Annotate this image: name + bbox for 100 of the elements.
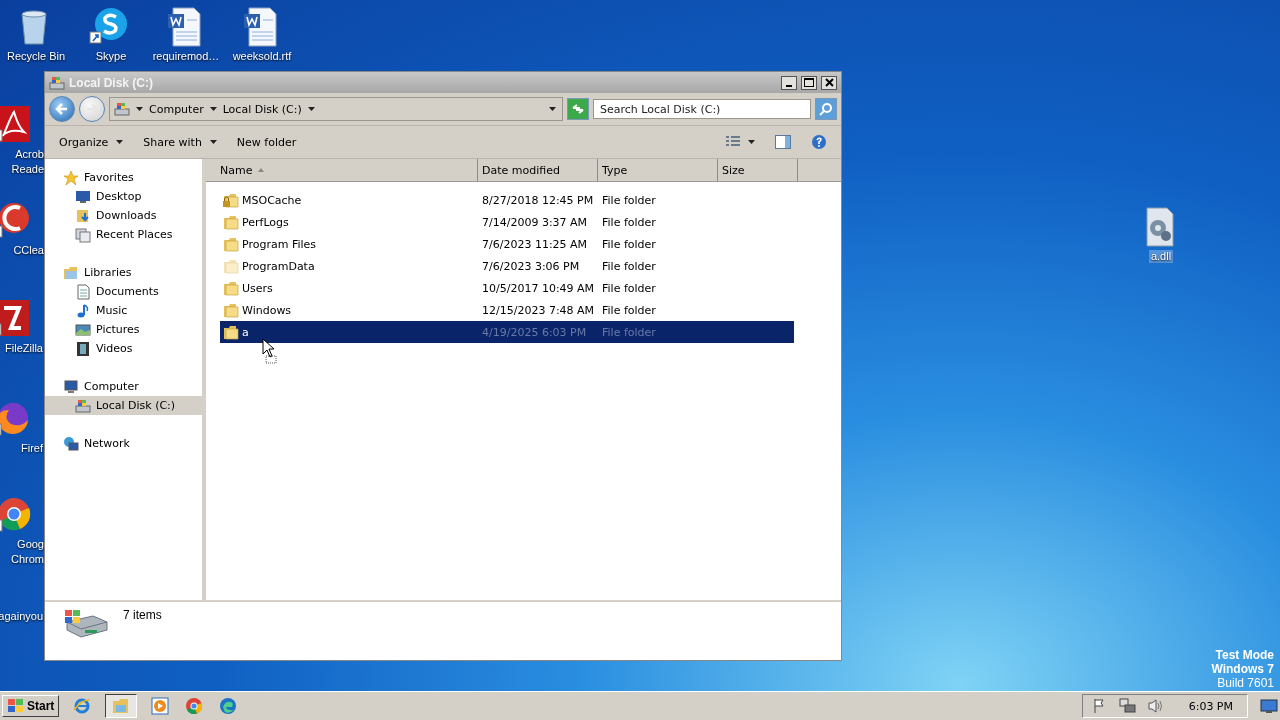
- list-view-icon: [726, 136, 740, 148]
- caret-icon: [307, 107, 315, 111]
- drive-icon: [114, 101, 130, 117]
- media-player-icon: [151, 697, 170, 715]
- desktop-icon-label[interactable]: Reade: [9, 163, 46, 176]
- folder-icon: [223, 324, 239, 340]
- nav-item[interactable]: Recent Places: [45, 225, 202, 244]
- caret-icon: [116, 140, 124, 144]
- search-button[interactable]: [815, 98, 837, 120]
- file-name: Users: [242, 281, 274, 295]
- column-header[interactable]: Name: [206, 159, 478, 181]
- desktop-icon-label[interactable]: Firef: [19, 442, 45, 455]
- drive-icon: [49, 74, 65, 91]
- caret-icon: [748, 140, 755, 144]
- date-modified: 10/5/2017 10:49 AM: [482, 281, 596, 295]
- file-type: File folder: [602, 303, 656, 317]
- desktop-icon-label[interactable]: requiremod…: [150, 50, 222, 63]
- nav-item[interactable]: Favorites: [45, 168, 202, 187]
- date-modified: 12/15/2023 7:48 AM: [482, 303, 596, 317]
- file-row[interactable]: Windows 12/15/2023 7:48 AM File folder: [220, 299, 794, 321]
- file-type: File folder: [602, 215, 656, 229]
- file-row[interactable]: PerfLogs 7/14/2009 3:37 AM File folder: [220, 211, 794, 233]
- column-header[interactable]: Type: [598, 159, 718, 181]
- folder-icon: [223, 214, 239, 230]
- nav-item[interactable]: Computer: [45, 377, 202, 396]
- test-mode-text: Windows 7: [1211, 662, 1274, 676]
- volume-icon[interactable]: [1146, 697, 1165, 715]
- nav-item[interactable]: Videos: [45, 339, 202, 358]
- file-row[interactable]: Program Files 7/6/2023 11:25 AM File folder: [220, 233, 794, 255]
- nav-item[interactable]: Desktop: [45, 187, 202, 206]
- preview-pane-button[interactable]: [775, 133, 791, 151]
- forward-button[interactable]: [79, 96, 105, 122]
- file-row[interactable]: Users 10/5/2017 10:49 AM File folder: [220, 277, 794, 299]
- breadcrumb-item[interactable]: Computer: [149, 102, 204, 116]
- nav-item[interactable]: Local Disk (C:): [45, 396, 202, 415]
- date-modified: 4/19/2025 6:03 PM: [482, 325, 588, 339]
- locked-folder-icon: [223, 192, 239, 208]
- breadcrumb-item[interactable]: Local Disk (C:): [222, 102, 302, 116]
- close-icon: [824, 78, 834, 87]
- column-header[interactable]: Date modified: [478, 159, 598, 181]
- nav-item[interactable]: Downloads: [45, 206, 202, 225]
- file-row[interactable]: a 4/19/2025 6:03 PM File folder: [220, 321, 794, 343]
- folder-icon: [223, 302, 239, 318]
- caret-icon: [549, 107, 556, 111]
- drive-icon: [75, 397, 91, 414]
- date-modified: 7/6/2023 11:25 AM: [482, 237, 589, 251]
- music-icon: [75, 302, 91, 319]
- computer-icon: [63, 378, 79, 395]
- nav-item[interactable]: Documents: [45, 282, 202, 301]
- star-icon: [63, 169, 79, 186]
- show-desktop-icon[interactable]: [1260, 698, 1278, 714]
- browser-icon: [219, 697, 238, 715]
- file-type: File folder: [602, 259, 656, 273]
- start-button[interactable]: Start: [2, 695, 60, 717]
- nav-item[interactable]: Pictures: [45, 320, 202, 339]
- network-icon: [63, 435, 79, 452]
- desktop-icon-label[interactable]: FileZilla: [3, 342, 45, 355]
- file-type: File folder: [602, 193, 656, 207]
- nav-item[interactable]: Libraries: [45, 263, 202, 282]
- file-row[interactable]: MSOCache 8/27/2018 12:45 PM File folder: [220, 189, 794, 211]
- desktop-icon-label[interactable]: CClea: [11, 244, 46, 257]
- close-button[interactable]: [821, 75, 837, 90]
- desktop-icon-label[interactable]: Goog: [15, 538, 46, 551]
- file-row[interactable]: ProgramData 7/6/2023 3:06 PM File folder: [220, 255, 794, 277]
- minimize-button[interactable]: [781, 75, 797, 90]
- nav-item[interactable]: Music: [45, 301, 202, 320]
- toolbar-button[interactable]: New folder: [236, 133, 297, 151]
- desktop-icon-label[interactable]: Acrob: [13, 148, 46, 161]
- downloads-icon: [75, 207, 91, 224]
- clock[interactable]: 6:03 PM: [1188, 699, 1233, 713]
- column-header[interactable]: Size: [718, 159, 798, 181]
- desktop-icon-label[interactable]: Skype: [93, 50, 129, 63]
- minimize-icon: [786, 85, 792, 87]
- help-button[interactable]: [811, 132, 827, 152]
- search-field[interactable]: Search Local Disk (C:): [593, 99, 811, 119]
- address-bar[interactable]: Computer Local Disk (C:): [109, 97, 563, 121]
- network-icon[interactable]: [1118, 697, 1137, 715]
- desktop-icon: [75, 188, 91, 205]
- toolbar-button[interactable]: Share with: [143, 133, 217, 151]
- file-name: ProgramData: [242, 259, 316, 273]
- file-name: PerfLogs: [242, 215, 290, 229]
- desktop-icon-label[interactable]: Chrom: [9, 553, 46, 566]
- desktop-icon-label[interactable]: weeksold.rtf: [230, 50, 294, 63]
- refresh-button[interactable]: [567, 98, 589, 120]
- help-icon: [811, 134, 827, 150]
- desktop-icon-label[interactable]: Recycle Bin: [4, 50, 68, 63]
- back-arrow-icon: [55, 103, 69, 115]
- test-mode-text: Build 7601: [1217, 676, 1274, 690]
- date-modified: 8/27/2018 12:45 PM: [482, 193, 595, 207]
- maximize-button[interactable]: [801, 75, 817, 90]
- caret-icon: [209, 140, 217, 144]
- folder-icon: [223, 258, 239, 274]
- taskbar-app-button[interactable]: [105, 694, 138, 718]
- back-button[interactable]: [49, 96, 75, 122]
- refresh-icon: [571, 103, 585, 115]
- toolbar-button[interactable]: Organize: [59, 133, 124, 151]
- nav-item[interactable]: Network: [45, 434, 202, 453]
- date-modified: 7/14/2009 3:37 AM: [482, 215, 589, 229]
- browser-icon: [185, 697, 204, 715]
- file-type: File folder: [602, 325, 656, 339]
